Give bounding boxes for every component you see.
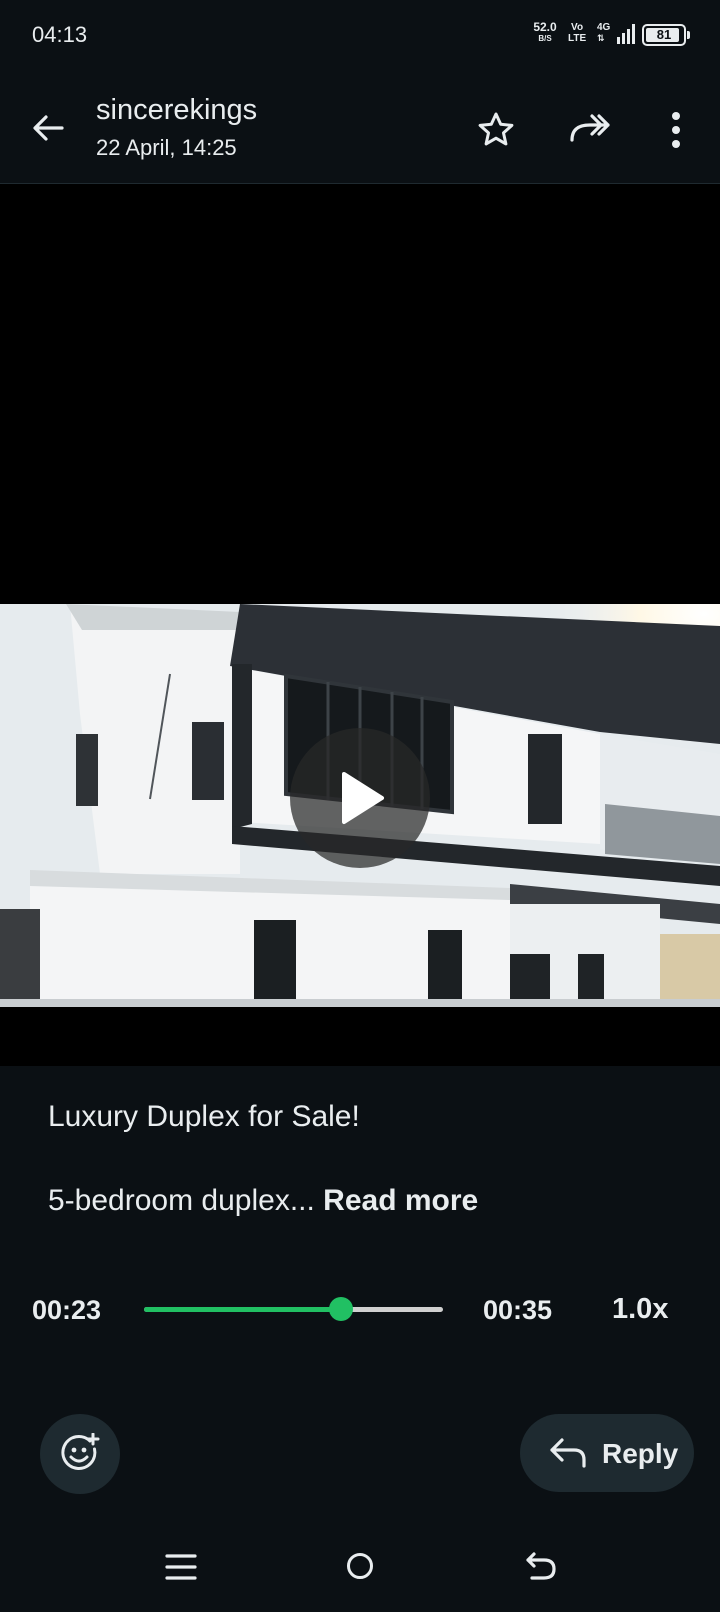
video-frame[interactable] [0,604,720,1007]
seek-bar[interactable] [144,1297,443,1321]
network-type-label: 4G [597,22,611,33]
battery-icon: 81 [642,24,690,46]
play-button[interactable] [290,728,430,868]
caption-body: 5-bedroom duplex... [48,1184,315,1217]
reply-button[interactable]: Reply [520,1414,694,1492]
system-nav-bar [0,1520,720,1612]
media-viewer[interactable] [0,184,720,1066]
network-speed-unit: B/S [538,34,552,43]
caption-body-row: 5-bedroom duplex... Read more [48,1184,478,1218]
battery-level: 81 [656,27,672,42]
signal-icon [617,24,635,44]
volte-bottom: LTE [568,33,587,44]
message-timestamp: 22 April, 14:25 [96,135,237,160]
seek-progress [144,1307,342,1312]
sender-name: sincerekings [96,94,258,126]
data-arrows-icon: ⇅ [597,33,605,43]
playback-speed-button[interactable]: 1.0x [612,1293,668,1326]
status-bar: 04:13 52.0 B/S Vo LTE 4G ⇅ 81 [0,0,720,74]
reply-icon [550,1438,586,1468]
home-icon[interactable] [346,1552,374,1580]
reply-label: Reply [602,1438,679,1469]
network-speed: 52.0 B/S [530,20,560,44]
arrow-left-icon[interactable] [28,108,68,148]
status-time: 04:13 [32,22,88,47]
network-speed-value: 52.0 [533,20,557,34]
emoji-add-icon [61,1433,100,1470]
viewer-header: sincerekings 22 April, 14:25 [0,74,720,184]
caption-title: Luxury Duplex for Sale! [48,1100,360,1133]
total-time: 00:35 [483,1295,553,1325]
current-time: 00:23 [32,1295,102,1325]
star-icon[interactable] [476,110,516,150]
react-button[interactable] [40,1414,120,1494]
volte-indicator: Vo LTE [568,22,586,44]
volte-top: Vo [571,22,584,33]
forward-icon[interactable] [568,110,614,150]
back-icon[interactable] [524,1550,558,1582]
network-type: 4G ⇅ [597,22,610,44]
media-caption: Luxury Duplex for Sale! 5-bedroom duplex… [0,1066,720,1246]
seek-thumb[interactable] [329,1297,354,1321]
more-vert-icon[interactable] [664,108,688,152]
play-icon [342,772,384,824]
read-more-link[interactable]: Read more [323,1184,478,1217]
menu-icon[interactable] [164,1552,198,1582]
